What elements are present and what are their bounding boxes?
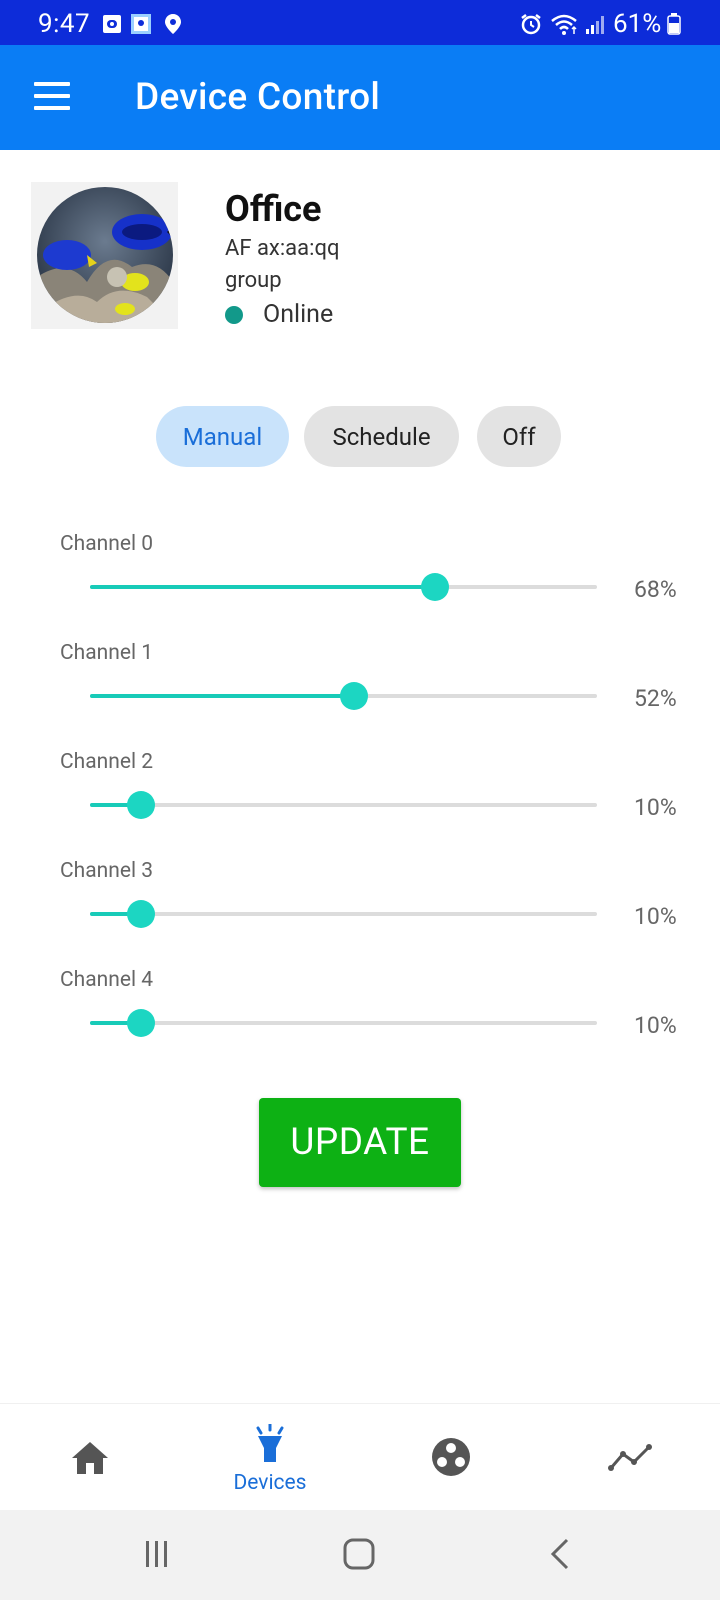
slider-thumb[interactable] (126, 791, 155, 819)
status-dot (225, 305, 243, 324)
status-text: Online (263, 300, 334, 329)
mode-chip-schedule[interactable]: Schedule (304, 406, 459, 467)
signal-icon (586, 16, 604, 34)
hamburger-menu-icon[interactable] (34, 82, 70, 110)
device-avatar (31, 182, 178, 329)
back-button[interactable] (516, 1510, 606, 1600)
chart-line-icon (608, 1444, 652, 1471)
channel-value: 10% (634, 903, 677, 930)
channel-slider[interactable] (90, 900, 597, 928)
channel-label: Channel 2 (60, 750, 154, 774)
device-status: Online (225, 300, 333, 329)
recent-apps-icon (146, 1541, 167, 1567)
mode-chip-manual[interactable]: Manual (156, 406, 289, 467)
channel-slider[interactable] (90, 1009, 597, 1037)
location-icon (165, 14, 181, 34)
nav-item-stats[interactable] (570, 1404, 690, 1511)
app-bar: Device Control (0, 45, 720, 150)
channel-value: 10% (634, 1012, 677, 1039)
channel-value: 68% (634, 576, 677, 603)
channel-label: Channel 4 (60, 968, 154, 992)
nav-item-home[interactable] (30, 1404, 150, 1511)
channel-slider[interactable] (90, 573, 597, 601)
outlook-icon (103, 15, 121, 33)
status-bar: 9:47 61% (0, 0, 720, 45)
back-icon (550, 1538, 569, 1570)
slider-fill (90, 694, 354, 698)
nav-item-groups[interactable] (390, 1404, 510, 1511)
flashlight-icon (256, 1424, 284, 1462)
slider-thumb[interactable] (126, 1009, 155, 1037)
battery-icon (667, 13, 681, 35)
channel-slider[interactable] (90, 682, 597, 710)
nav-item-label: Devices (233, 1471, 307, 1495)
alarm-icon (521, 14, 541, 35)
channel-label: Channel 3 (60, 859, 154, 883)
nav-item-devices[interactable]: Devices (210, 1404, 330, 1511)
device-name: Office (225, 188, 322, 230)
mode-chip-off[interactable]: Off (477, 406, 561, 467)
home-square-icon (343, 1538, 375, 1570)
update-button[interactable]: UPDATE (259, 1098, 461, 1187)
slider-fill (90, 585, 435, 589)
slider-thumb[interactable] (339, 682, 368, 710)
groups-icon (432, 1438, 470, 1476)
bottom-nav: Devices (0, 1403, 720, 1510)
channel-value: 52% (634, 685, 677, 712)
battery-percent: 61% (613, 9, 662, 39)
system-navigation-bar (0, 1510, 720, 1600)
wifi-icon (551, 14, 577, 35)
home-button[interactable] (314, 1510, 404, 1600)
channel-label: Channel 1 (60, 641, 154, 665)
slider-thumb[interactable] (126, 900, 155, 928)
status-time: 9:47 (38, 9, 91, 39)
recent-apps-button[interactable] (112, 1510, 202, 1600)
slider-thumb[interactable] (420, 573, 449, 601)
channel-slider[interactable] (90, 791, 597, 819)
channel-label: Channel 0 (60, 532, 154, 556)
device-id: AF ax:aa:qq (225, 236, 340, 261)
maps-icon (131, 14, 151, 34)
page-title: Device Control (135, 76, 381, 119)
home-icon (72, 1442, 108, 1474)
channel-value: 10% (634, 794, 677, 821)
device-group: group (225, 268, 282, 293)
